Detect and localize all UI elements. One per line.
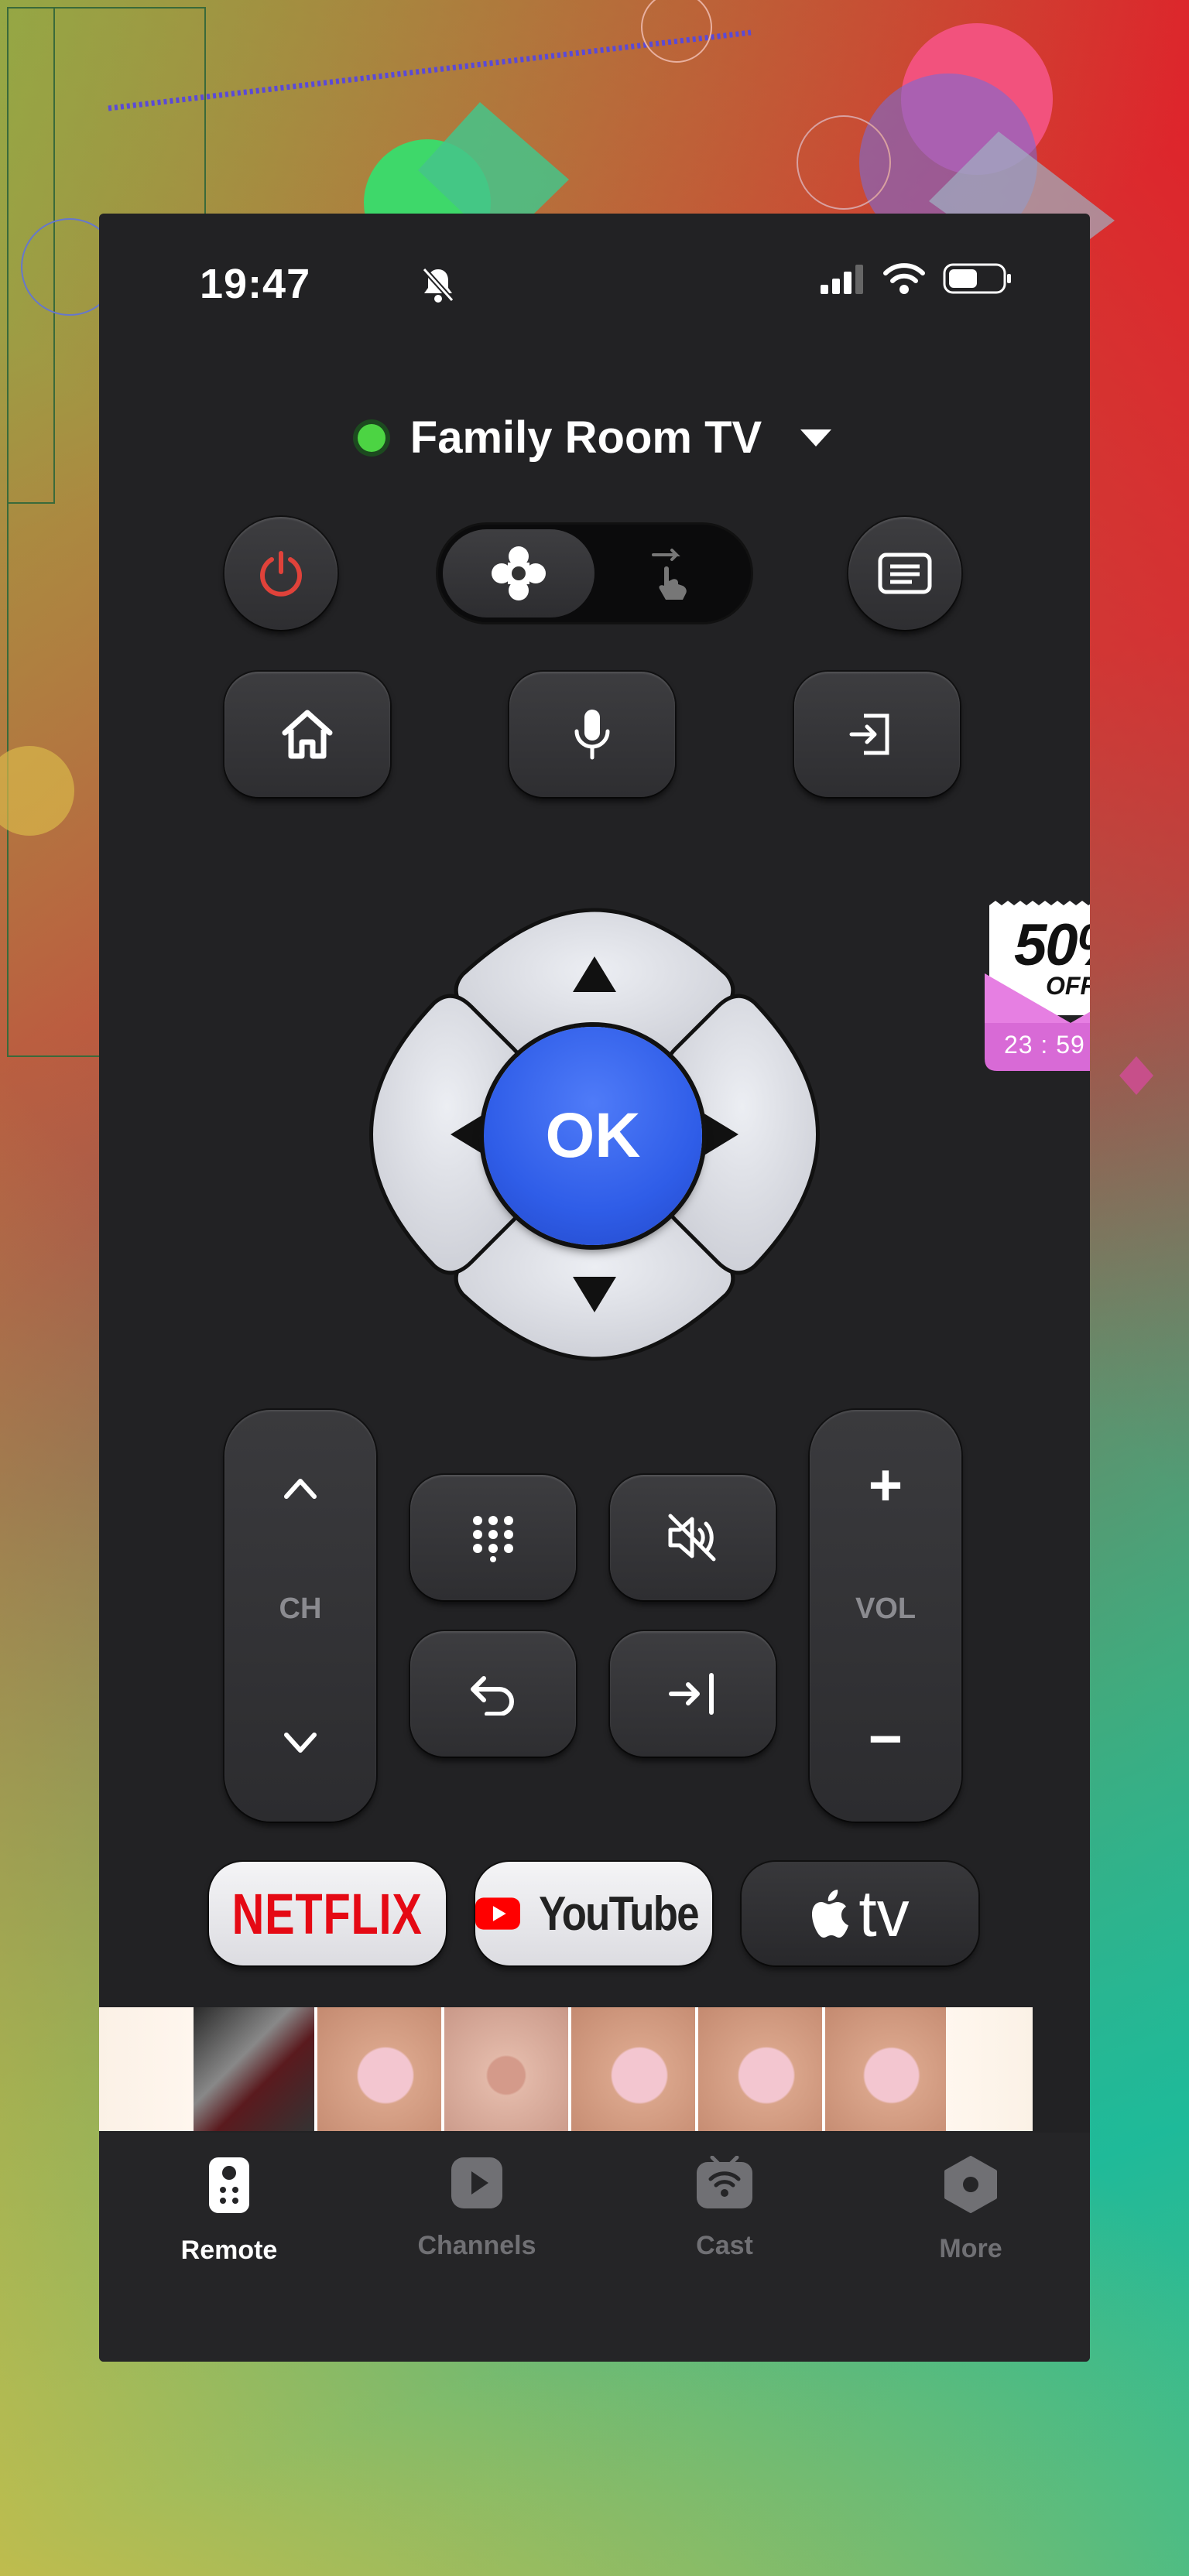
tab-remote[interactable]: Remote <box>144 2156 314 2266</box>
exit-button[interactable] <box>610 1631 776 1757</box>
ad-product-image <box>698 2007 825 2131</box>
back-icon <box>471 1676 514 1716</box>
keypad-button[interactable] <box>410 1475 576 1600</box>
play-icon <box>451 2157 502 2208</box>
tab-more[interactable]: More <box>886 2156 1056 2264</box>
youtube-play-icon <box>475 1897 520 1930</box>
caret-down-icon <box>800 429 832 446</box>
power-button[interactable] <box>224 517 338 630</box>
input-button[interactable] <box>794 672 960 797</box>
battery-icon <box>943 262 1013 299</box>
device-name: Family Room TV <box>409 412 762 463</box>
apple-logo-icon <box>812 1890 849 1938</box>
control-mode-toggle <box>438 525 751 622</box>
promo-countdown: 23 : 59 : 19 <box>1003 1031 1090 1059</box>
wifi-icon <box>882 262 926 299</box>
ad-banner-edge <box>99 2007 194 2131</box>
youtube-button[interactable]: YouTube <box>475 1862 712 1965</box>
bottom-tab-bar: Remote Channels Cast More <box>99 2133 1090 2362</box>
volume-label: VOL <box>855 1592 917 1625</box>
home-icon <box>282 710 333 759</box>
mute-button[interactable] <box>610 1475 776 1600</box>
ad-product-image <box>317 2007 444 2131</box>
bell-slash-icon <box>421 266 455 307</box>
remote-app-screen: 19:47 Family Room TV OK CH + VOL − NETFL… <box>99 214 1090 2362</box>
promo-off: OFF <box>1046 972 1090 1000</box>
guide-button[interactable] <box>848 517 961 630</box>
connection-status-dot <box>357 423 385 452</box>
signal-icon <box>821 263 865 298</box>
tab-channels[interactable]: Channels <box>392 2156 562 2261</box>
touchpad-mode-icon <box>652 549 687 600</box>
ad-product-image <box>444 2007 571 2131</box>
tab-cast-label: Cast <box>696 2231 753 2260</box>
status-time: 19:47 <box>200 261 311 307</box>
dpad-mode-icon <box>492 546 546 600</box>
cast-icon <box>697 2155 752 2208</box>
microphone-icon <box>574 710 610 760</box>
channel-rocker: CH <box>224 1410 376 1822</box>
youtube-logo-text: YouTube <box>539 1887 699 1941</box>
status-icons <box>821 262 1013 299</box>
tab-remote-label: Remote <box>180 2236 278 2265</box>
keypad-icon <box>473 1516 513 1562</box>
channel-down-button[interactable] <box>282 1730 319 1757</box>
exit-icon <box>669 1673 714 1715</box>
touchpad-mode-button[interactable] <box>594 529 746 617</box>
power-icon <box>260 551 302 597</box>
apple-tv-button[interactable]: tv <box>742 1862 978 1965</box>
volume-down-button[interactable]: − <box>810 1707 961 1772</box>
dpad-mode-button[interactable] <box>443 529 594 617</box>
ad-banner-edge <box>946 2007 1033 2131</box>
volume-up-button[interactable]: + <box>810 1453 961 1518</box>
netflix-button[interactable]: NETFLIX <box>209 1862 446 1965</box>
ad-product-image <box>194 2007 317 2131</box>
tab-more-label: More <box>939 2234 1002 2263</box>
status-bar: 19:47 <box>200 260 1013 307</box>
ad-product-image <box>825 2007 946 2131</box>
back-button[interactable] <box>410 1631 576 1757</box>
tab-cast[interactable]: Cast <box>639 2155 810 2261</box>
hexagon-more-icon <box>944 2156 997 2213</box>
ok-button[interactable]: OK <box>484 1027 702 1245</box>
device-selector[interactable]: Family Room TV <box>99 412 1090 464</box>
guide-icon <box>878 552 932 594</box>
home-button[interactable] <box>224 672 390 797</box>
promo-badge[interactable]: 50% OFF 23 : 59 : 19 <box>982 899 1090 1074</box>
remote-icon <box>209 2157 249 2213</box>
ad-banner[interactable] <box>99 2007 1033 2131</box>
volume-rocker: + VOL − <box>810 1410 961 1822</box>
voice-button[interactable] <box>509 672 675 797</box>
ad-product-image <box>571 2007 698 2131</box>
mute-icon <box>668 1514 716 1562</box>
apple-tv-text: tv <box>858 1877 910 1950</box>
channel-up-button[interactable] <box>282 1475 319 1501</box>
promo-discount: 50% <box>1013 912 1090 978</box>
netflix-logo: NETFLIX <box>232 1881 423 1946</box>
input-icon <box>849 713 889 755</box>
tab-channels-label: Channels <box>417 2231 536 2260</box>
channel-label: CH <box>279 1592 322 1625</box>
